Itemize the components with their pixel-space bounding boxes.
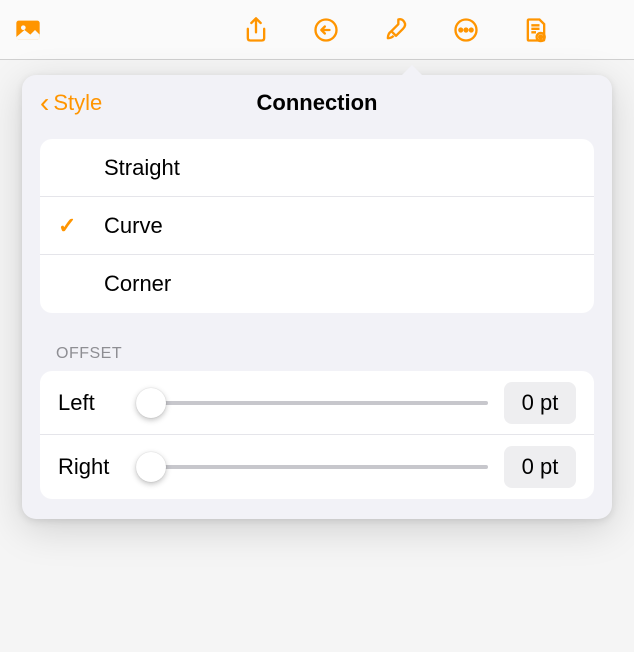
- left-offset-value[interactable]: 0 pt: [504, 382, 576, 424]
- option-straight[interactable]: Straight: [40, 139, 594, 197]
- back-label: Style: [53, 90, 102, 116]
- connection-popover: ‹ Style Connection Straight ✓ Curve Corn…: [22, 75, 612, 519]
- check-column: ✓: [58, 213, 104, 239]
- checkmark-icon: ✓: [58, 213, 76, 239]
- option-corner[interactable]: Corner: [40, 255, 594, 313]
- offset-group: Left 0 pt Right 0 pt: [40, 371, 594, 499]
- option-label: Straight: [104, 155, 180, 181]
- right-offset-slider[interactable]: [136, 452, 488, 482]
- offset-left-row: Left 0 pt: [40, 371, 594, 435]
- offset-header: OFFSET: [56, 345, 578, 363]
- option-label: Curve: [104, 213, 163, 239]
- back-button[interactable]: ‹ Style: [40, 89, 102, 117]
- undo-icon[interactable]: [310, 14, 342, 46]
- document-icon[interactable]: [520, 14, 552, 46]
- chevron-left-icon: ‹: [40, 89, 49, 117]
- slider-label: Left: [58, 390, 120, 416]
- toolbar: [0, 0, 634, 60]
- photo-icon[interactable]: [12, 14, 44, 46]
- share-icon[interactable]: [240, 14, 272, 46]
- slider-bar: [136, 401, 488, 405]
- popover-title: Connection: [22, 90, 612, 116]
- offset-right-row: Right 0 pt: [40, 435, 594, 499]
- connection-type-group: Straight ✓ Curve Corner: [40, 139, 594, 313]
- left-offset-slider[interactable]: [136, 388, 488, 418]
- popover-header: ‹ Style Connection: [22, 75, 612, 131]
- option-curve[interactable]: ✓ Curve: [40, 197, 594, 255]
- right-offset-value[interactable]: 0 pt: [504, 446, 576, 488]
- option-label: Corner: [104, 271, 171, 297]
- slider-label: Right: [58, 454, 120, 480]
- slider-thumb[interactable]: [136, 452, 166, 482]
- format-brush-icon[interactable]: [380, 14, 412, 46]
- slider-bar: [136, 465, 488, 469]
- slider-thumb[interactable]: [136, 388, 166, 418]
- more-icon[interactable]: [450, 14, 482, 46]
